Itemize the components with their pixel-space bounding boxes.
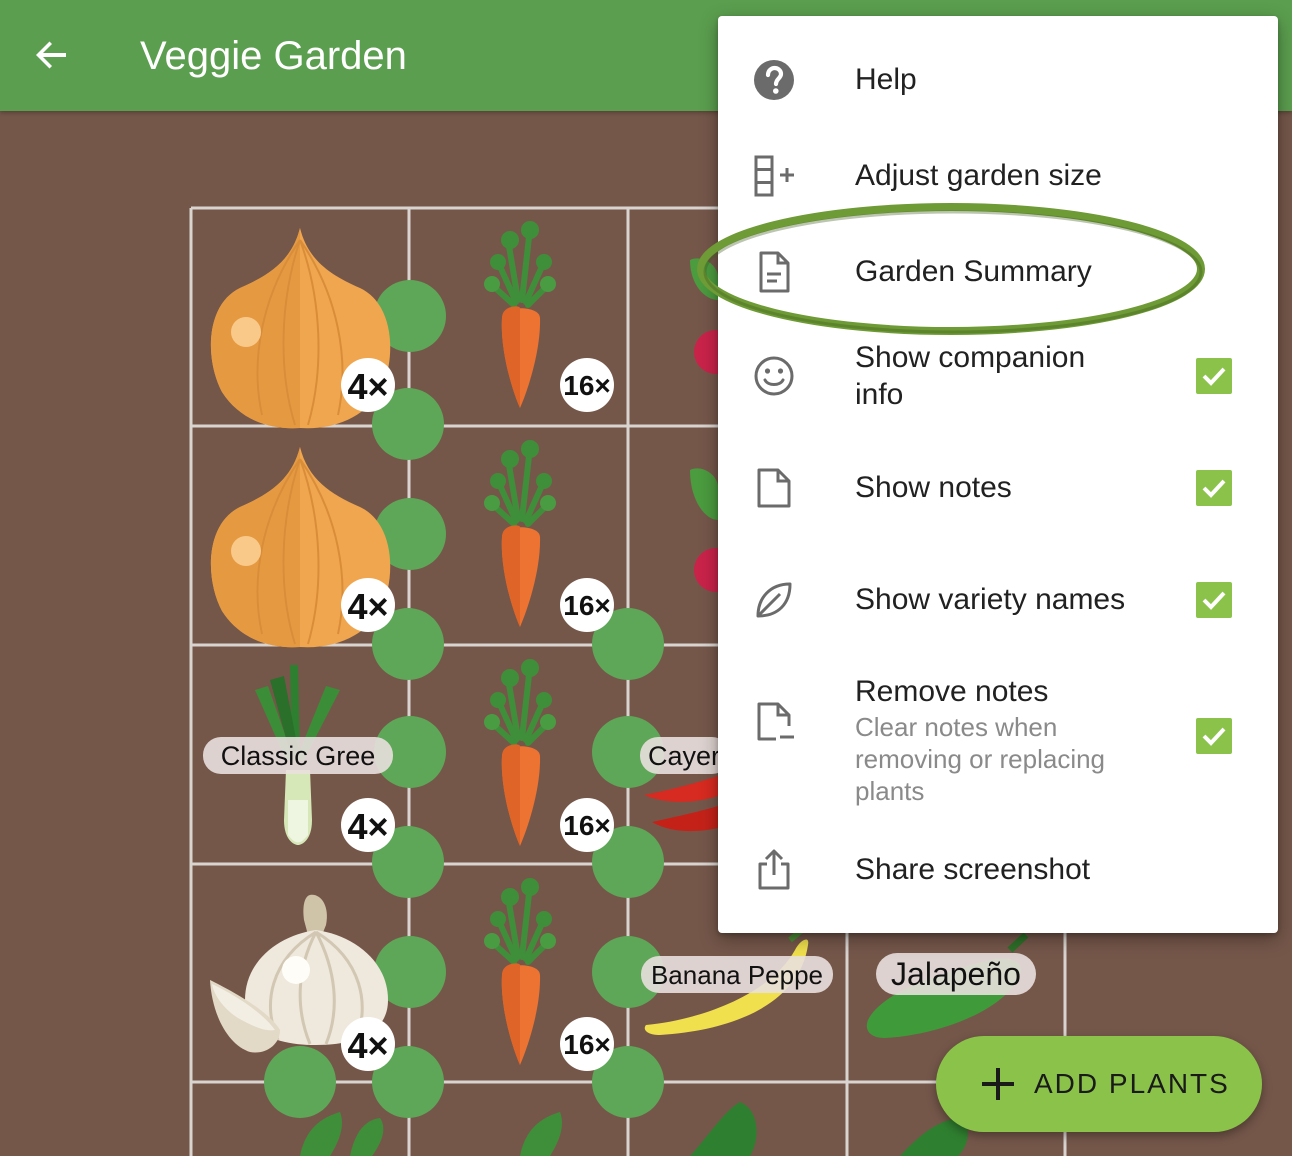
variety-label-leek: Classic Gree <box>221 741 376 771</box>
companion-checkbox[interactable] <box>1196 358 1232 394</box>
help-icon <box>754 60 794 100</box>
leek-count-badge: 4× <box>347 806 388 847</box>
add-plants-button[interactable]: ADD PLANTS <box>936 1036 1262 1132</box>
menu-label-adjust: Adjust garden size <box>855 159 1102 192</box>
menu-label-summary: Garden Summary <box>855 255 1092 288</box>
arrow-back-icon[interactable] <box>30 33 74 77</box>
carrot-plant[interactable] <box>484 440 556 627</box>
page-title: Veggie Garden <box>140 34 407 78</box>
variety-label-jalapeno: Jalapeño <box>891 956 1021 992</box>
carrot-count-badge: 16× <box>563 370 611 401</box>
menu-label-remove-notes: Remove notes <box>855 675 1049 708</box>
garlic-count-badge: 4× <box>347 1025 388 1066</box>
menu-item-show-variety-names[interactable]: Show variety names <box>718 576 1278 624</box>
leaf-icon <box>756 582 792 618</box>
onion-count-badge: 4× <box>347 366 388 407</box>
remove-notes-desc-3: plants <box>855 776 925 806</box>
remove-notes-checkbox[interactable] <box>1196 718 1232 754</box>
variety-checkbox[interactable] <box>1196 582 1232 618</box>
share-icon <box>758 849 790 890</box>
onion-count-badge: 4× <box>347 586 388 627</box>
menu-label-companion: Show companion <box>855 341 1086 374</box>
menu-label-notes: Show notes <box>855 471 1012 504</box>
overflow-menu: Help Adjust garden size Garden Summary S… <box>718 16 1278 933</box>
carrot-count-badge: 16× <box>563 590 611 621</box>
cayenne-plant <box>644 776 718 832</box>
menu-item-share-screenshot[interactable]: Share screenshot <box>718 846 1278 894</box>
menu-item-adjust-garden-size[interactable]: Adjust garden size <box>718 152 1278 200</box>
menu-item-help[interactable]: Help <box>718 56 1278 104</box>
menu-label-share: Share screenshot <box>855 853 1091 886</box>
add-plants-label: ADD PLANTS <box>1034 1068 1230 1099</box>
menu-label-variety: Show variety names <box>855 583 1126 616</box>
adjust-size-icon <box>754 155 794 197</box>
menu-item-show-notes[interactable]: Show notes <box>718 464 1278 512</box>
menu-item-remove-notes[interactable]: Remove notes Clear notes when removing o… <box>718 670 1278 810</box>
menu-label-companion-line2: info <box>855 378 904 411</box>
menu-item-garden-summary[interactable]: Garden Summary <box>718 248 1278 296</box>
remove-notes-desc-2: removing or replacing <box>855 744 1106 774</box>
menu-label-help: Help <box>855 63 917 96</box>
carrot-plant[interactable] <box>484 659 556 846</box>
carrot-plant[interactable] <box>484 221 556 408</box>
menu-item-show-companion-info[interactable]: Show companion info <box>718 336 1278 416</box>
variety-label-cayenne: Cayer <box>648 741 720 771</box>
notes-checkbox[interactable] <box>1196 470 1232 506</box>
carrot-plant[interactable] <box>484 878 556 1065</box>
carrot-count-badge: 16× <box>563 810 611 841</box>
plus-icon <box>982 1068 1014 1100</box>
note-icon <box>757 468 791 508</box>
document-icon <box>759 251 790 293</box>
remove-notes-desc-1: Clear notes when <box>855 712 1058 742</box>
remove-note-icon <box>757 702 794 741</box>
variety-label-banana: Banana Peppe <box>651 960 823 990</box>
carrot-count-badge: 16× <box>563 1029 611 1060</box>
smiley-icon <box>754 356 794 396</box>
